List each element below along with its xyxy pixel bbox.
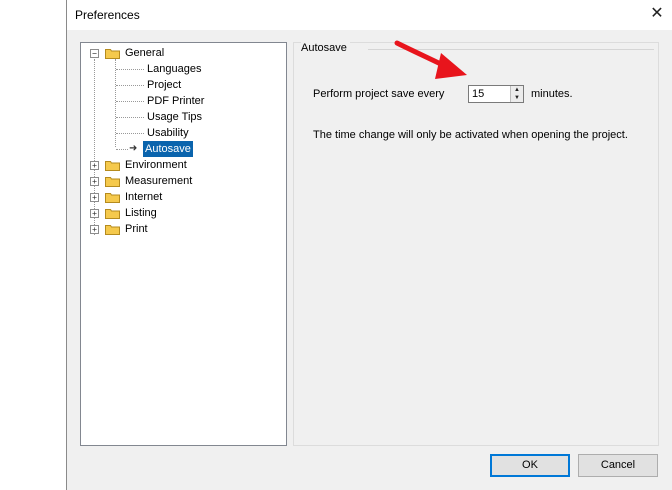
group-title: Autosave	[301, 42, 350, 54]
tree-node-label: Autosave	[143, 141, 193, 157]
expand-icon[interactable]: +	[90, 193, 99, 202]
expand-icon[interactable]: +	[90, 161, 99, 170]
tree-node-label: Environment	[125, 159, 187, 171]
minutes-label: minutes.	[531, 88, 573, 100]
folder-icon	[105, 177, 120, 187]
annotation-arrow-icon	[394, 40, 467, 79]
cancel-button[interactable]: Cancel	[578, 454, 658, 477]
ok-button[interactable]: OK	[490, 454, 570, 477]
stepper-down-icon[interactable]: ▼	[510, 94, 523, 102]
tree-node-label: Measurement	[125, 175, 193, 187]
collapse-icon[interactable]: −	[90, 49, 99, 58]
tree-node-label: Print	[125, 223, 148, 235]
save-interval-input[interactable]	[472, 86, 506, 102]
folder-icon	[105, 193, 120, 203]
tree-node-label: Internet	[125, 191, 163, 203]
save-interval-stepper[interactable]: ▲ ▼	[468, 85, 524, 103]
tree-node-label: PDF Printer	[147, 95, 205, 107]
arrow-right-icon: ➜	[129, 143, 138, 154]
autosave-group: Autosave Perform project save every ▲ ▼ …	[293, 40, 659, 446]
preferences-dialog: Preferences ✕ − General Languages Projec…	[66, 0, 672, 490]
tree-node-label: Listing	[125, 207, 157, 219]
folder-icon	[105, 225, 120, 235]
tree-node-label: Usability	[147, 127, 189, 139]
tree-node-label: Project	[147, 79, 182, 91]
close-button[interactable]: ✕	[646, 4, 668, 26]
window-title: Preferences	[75, 8, 140, 22]
folder-icon	[105, 209, 120, 219]
expand-icon[interactable]: +	[90, 177, 99, 186]
title-bar: Preferences ✕	[67, 0, 672, 30]
expand-icon[interactable]: +	[90, 209, 99, 218]
expand-icon[interactable]: +	[90, 225, 99, 234]
folder-icon	[105, 49, 120, 59]
tree-node-label: General	[125, 47, 165, 59]
activation-note: The time change will only be activated w…	[313, 129, 628, 141]
save-interval-label: Perform project save every	[313, 88, 445, 100]
folder-icon	[105, 161, 120, 171]
tree-node-label: Usage Tips	[147, 111, 203, 123]
tree-node-label: Languages	[147, 63, 202, 75]
preferences-tree[interactable]: − General Languages Project PDF Printer …	[80, 42, 287, 446]
